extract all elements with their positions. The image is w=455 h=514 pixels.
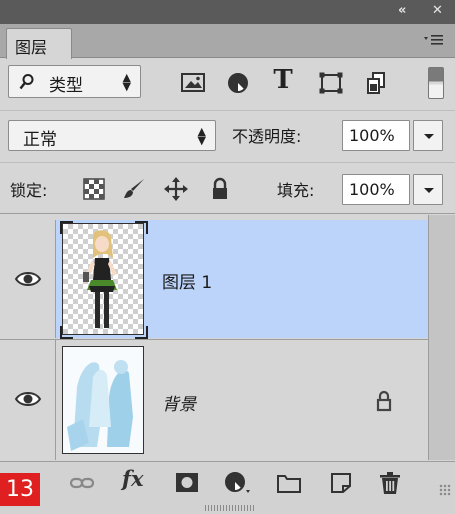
panel-title-bar: « ✕	[0, 0, 455, 24]
fill-label: 填充:	[277, 181, 315, 200]
tab-layers-label: 图层	[15, 38, 48, 57]
image-filter-icon[interactable]	[180, 71, 206, 95]
blue-silhouette-thumbnail-image	[63, 347, 143, 453]
opacity-input[interactable]: 100%	[342, 120, 410, 151]
select-updown-icon: ▲ ▼	[122, 71, 131, 93]
fill-value: 100%	[349, 180, 395, 199]
blend-row: 正常 ▲ ▼ 不透明度: 100%	[0, 110, 455, 158]
lock-icon[interactable]	[375, 390, 393, 412]
layer-thumbnail[interactable]	[60, 221, 148, 339]
opacity-value: 100%	[349, 126, 395, 145]
resize-grip[interactable]	[205, 505, 255, 511]
layers-list: 图层 1 背景	[0, 215, 428, 460]
blend-mode-select[interactable]: 正常 ▲ ▼	[8, 120, 216, 151]
collapse-icon[interactable]: «	[398, 3, 406, 19]
figure-number-badge: 13	[0, 473, 40, 506]
lock-row: 锁定: 填充: 100%	[0, 162, 455, 214]
opacity-label: 不透明度:	[232, 127, 302, 146]
panel-tab-row: 图层	[0, 24, 455, 59]
lock-all-icon[interactable]	[208, 177, 232, 201]
lock-image-pixels-icon[interactable]	[122, 177, 146, 201]
layer-row-layer1[interactable]: 图层 1	[0, 220, 428, 339]
panel-footer: 13 fx	[0, 461, 455, 514]
visibility-cell[interactable]	[0, 340, 56, 460]
layer-name[interactable]: 背景	[162, 390, 196, 415]
lock-position-icon[interactable]	[164, 177, 188, 201]
tab-layers[interactable]: 图层	[6, 28, 72, 59]
type-filter-icon[interactable]: T	[270, 65, 296, 95]
fx-icon[interactable]: fx	[122, 466, 150, 492]
corner-resize-grip[interactable]	[439, 484, 451, 496]
add-mask-icon[interactable]	[173, 470, 201, 496]
eye-icon[interactable]	[15, 270, 41, 288]
visibility-cell[interactable]	[0, 220, 56, 338]
thumbnail-selection-corners	[60, 221, 148, 339]
panel-menu-icon[interactable]	[423, 32, 445, 48]
link-layers-icon[interactable]	[68, 470, 96, 496]
new-layer-icon[interactable]	[327, 470, 355, 496]
blend-mode-label: 正常	[23, 130, 57, 150]
layer-name[interactable]: 图层 1	[162, 268, 212, 293]
layer-thumbnail[interactable]	[62, 346, 144, 454]
opacity-dropdown-button[interactable]	[413, 120, 443, 151]
filter-row: 类型 ▲ ▼ T	[0, 59, 455, 105]
close-icon[interactable]: ✕	[432, 3, 443, 19]
lock-label: 锁定:	[10, 181, 48, 200]
shape-filter-icon[interactable]	[318, 71, 344, 95]
delete-layer-icon[interactable]	[376, 470, 404, 496]
lock-transparent-pixels-icon[interactable]	[82, 177, 106, 201]
new-group-icon[interactable]	[275, 470, 303, 496]
filter-type-select[interactable]: 类型 ▲ ▼	[8, 65, 141, 98]
new-adjustment-icon[interactable]	[222, 470, 250, 496]
adjustment-filter-icon[interactable]	[225, 71, 251, 95]
filter-toggle-switch[interactable]	[428, 67, 444, 99]
search-icon	[19, 74, 34, 90]
select-updown-icon: ▲ ▼	[197, 125, 206, 147]
layers-scrollbar[interactable]	[428, 215, 455, 460]
eye-icon[interactable]	[15, 390, 41, 408]
layer-row-background[interactable]: 背景	[0, 339, 428, 460]
fill-input[interactable]: 100%	[342, 174, 410, 205]
smart-object-filter-icon[interactable]	[364, 71, 390, 95]
fill-dropdown-button[interactable]	[413, 174, 443, 205]
filter-type-label: 类型	[49, 76, 83, 96]
